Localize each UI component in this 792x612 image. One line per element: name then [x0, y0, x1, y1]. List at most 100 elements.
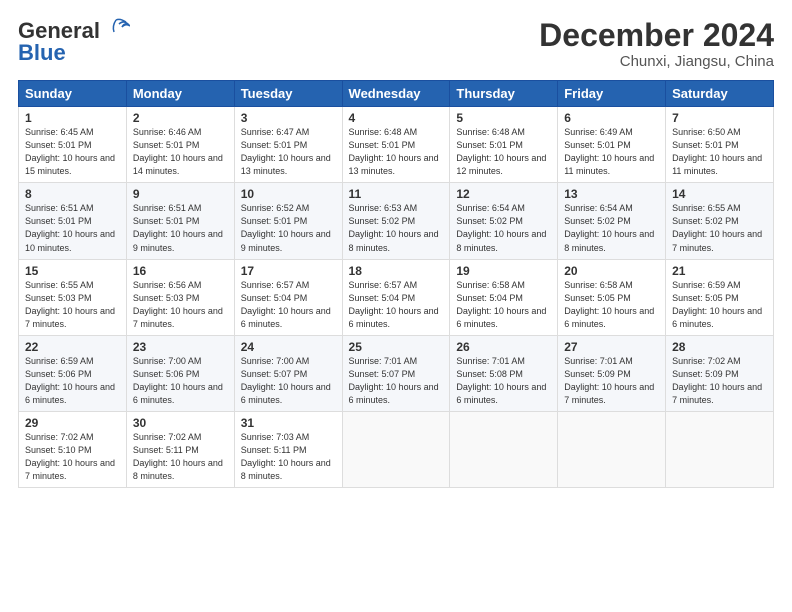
title-block: December 2024 Chunxi, Jiangsu, China: [539, 18, 774, 70]
calendar-day-cell: 16 Sunrise: 6:56 AM Sunset: 5:03 PM Dayl…: [126, 259, 234, 335]
calendar-day-cell: 17 Sunrise: 6:57 AM Sunset: 5:04 PM Dayl…: [234, 259, 342, 335]
day-number: 3: [241, 111, 336, 125]
calendar-day-cell: 18 Sunrise: 6:57 AM Sunset: 5:04 PM Dayl…: [342, 259, 450, 335]
day-info: Sunrise: 6:56 AM Sunset: 5:03 PM Dayligh…: [133, 279, 228, 331]
day-info: Sunrise: 6:55 AM Sunset: 5:03 PM Dayligh…: [25, 279, 120, 331]
day-number: 20: [564, 264, 659, 278]
calendar-day-cell: [342, 411, 450, 487]
day-number: 11: [349, 187, 444, 201]
day-number: 28: [672, 340, 767, 354]
calendar-day-cell: 20 Sunrise: 6:58 AM Sunset: 5:05 PM Dayl…: [558, 259, 666, 335]
header: General Blue December 2024 Chunxi, Jiang…: [18, 18, 774, 70]
calendar-day-cell: 4 Sunrise: 6:48 AM Sunset: 5:01 PM Dayli…: [342, 107, 450, 183]
day-info: Sunrise: 7:01 AM Sunset: 5:08 PM Dayligh…: [456, 355, 551, 407]
calendar-day-cell: 25 Sunrise: 7:01 AM Sunset: 5:07 PM Dayl…: [342, 335, 450, 411]
day-number: 13: [564, 187, 659, 201]
calendar-day-cell: [666, 411, 774, 487]
calendar-day-cell: 28 Sunrise: 7:02 AM Sunset: 5:09 PM Dayl…: [666, 335, 774, 411]
col-tuesday: Tuesday: [234, 81, 342, 107]
calendar-week-row: 1 Sunrise: 6:45 AM Sunset: 5:01 PM Dayli…: [19, 107, 774, 183]
calendar-day-cell: 7 Sunrise: 6:50 AM Sunset: 5:01 PM Dayli…: [666, 107, 774, 183]
day-number: 26: [456, 340, 551, 354]
day-info: Sunrise: 6:54 AM Sunset: 5:02 PM Dayligh…: [564, 202, 659, 254]
logo-bird-icon: [102, 18, 130, 40]
calendar-week-row: 22 Sunrise: 6:59 AM Sunset: 5:06 PM Dayl…: [19, 335, 774, 411]
day-info: Sunrise: 7:01 AM Sunset: 5:09 PM Dayligh…: [564, 355, 659, 407]
calendar-day-cell: 24 Sunrise: 7:00 AM Sunset: 5:07 PM Dayl…: [234, 335, 342, 411]
day-info: Sunrise: 7:00 AM Sunset: 5:07 PM Dayligh…: [241, 355, 336, 407]
day-info: Sunrise: 6:46 AM Sunset: 5:01 PM Dayligh…: [133, 126, 228, 178]
day-number: 10: [241, 187, 336, 201]
col-wednesday: Wednesday: [342, 81, 450, 107]
day-number: 17: [241, 264, 336, 278]
day-info: Sunrise: 7:01 AM Sunset: 5:07 PM Dayligh…: [349, 355, 444, 407]
calendar-day-cell: 26 Sunrise: 7:01 AM Sunset: 5:08 PM Dayl…: [450, 335, 558, 411]
day-number: 23: [133, 340, 228, 354]
day-info: Sunrise: 6:45 AM Sunset: 5:01 PM Dayligh…: [25, 126, 120, 178]
col-monday: Monday: [126, 81, 234, 107]
logo: General Blue: [18, 18, 130, 66]
day-number: 12: [456, 187, 551, 201]
calendar-day-cell: 5 Sunrise: 6:48 AM Sunset: 5:01 PM Dayli…: [450, 107, 558, 183]
calendar-day-cell: [450, 411, 558, 487]
day-number: 29: [25, 416, 120, 430]
day-number: 27: [564, 340, 659, 354]
calendar-day-cell: 11 Sunrise: 6:53 AM Sunset: 5:02 PM Dayl…: [342, 183, 450, 259]
day-number: 30: [133, 416, 228, 430]
day-info: Sunrise: 6:58 AM Sunset: 5:04 PM Dayligh…: [456, 279, 551, 331]
calendar-day-cell: 29 Sunrise: 7:02 AM Sunset: 5:10 PM Dayl…: [19, 411, 127, 487]
calendar-day-cell: 15 Sunrise: 6:55 AM Sunset: 5:03 PM Dayl…: [19, 259, 127, 335]
col-sunday: Sunday: [19, 81, 127, 107]
day-info: Sunrise: 6:57 AM Sunset: 5:04 PM Dayligh…: [241, 279, 336, 331]
day-number: 19: [456, 264, 551, 278]
day-info: Sunrise: 7:02 AM Sunset: 5:09 PM Dayligh…: [672, 355, 767, 407]
day-info: Sunrise: 6:51 AM Sunset: 5:01 PM Dayligh…: [25, 202, 120, 254]
day-info: Sunrise: 7:02 AM Sunset: 5:11 PM Dayligh…: [133, 431, 228, 483]
calendar-day-cell: 23 Sunrise: 7:00 AM Sunset: 5:06 PM Dayl…: [126, 335, 234, 411]
day-number: 24: [241, 340, 336, 354]
day-number: 8: [25, 187, 120, 201]
day-info: Sunrise: 6:48 AM Sunset: 5:01 PM Dayligh…: [349, 126, 444, 178]
day-info: Sunrise: 6:52 AM Sunset: 5:01 PM Dayligh…: [241, 202, 336, 254]
calendar-day-cell: 22 Sunrise: 6:59 AM Sunset: 5:06 PM Dayl…: [19, 335, 127, 411]
day-info: Sunrise: 6:59 AM Sunset: 5:06 PM Dayligh…: [25, 355, 120, 407]
calendar-day-cell: 31 Sunrise: 7:03 AM Sunset: 5:11 PM Dayl…: [234, 411, 342, 487]
month-title: December 2024: [539, 18, 774, 53]
calendar-day-cell: 2 Sunrise: 6:46 AM Sunset: 5:01 PM Dayli…: [126, 107, 234, 183]
calendar-day-cell: 12 Sunrise: 6:54 AM Sunset: 5:02 PM Dayl…: [450, 183, 558, 259]
day-info: Sunrise: 6:55 AM Sunset: 5:02 PM Dayligh…: [672, 202, 767, 254]
col-thursday: Thursday: [450, 81, 558, 107]
calendar-header-row: Sunday Monday Tuesday Wednesday Thursday…: [19, 81, 774, 107]
day-info: Sunrise: 6:53 AM Sunset: 5:02 PM Dayligh…: [349, 202, 444, 254]
day-number: 18: [349, 264, 444, 278]
calendar-week-row: 29 Sunrise: 7:02 AM Sunset: 5:10 PM Dayl…: [19, 411, 774, 487]
day-number: 1: [25, 111, 120, 125]
calendar-day-cell: 27 Sunrise: 7:01 AM Sunset: 5:09 PM Dayl…: [558, 335, 666, 411]
day-number: 22: [25, 340, 120, 354]
calendar-day-cell: 19 Sunrise: 6:58 AM Sunset: 5:04 PM Dayl…: [450, 259, 558, 335]
day-info: Sunrise: 6:58 AM Sunset: 5:05 PM Dayligh…: [564, 279, 659, 331]
col-friday: Friday: [558, 81, 666, 107]
day-number: 4: [349, 111, 444, 125]
calendar-day-cell: 1 Sunrise: 6:45 AM Sunset: 5:01 PM Dayli…: [19, 107, 127, 183]
day-number: 21: [672, 264, 767, 278]
calendar-day-cell: 3 Sunrise: 6:47 AM Sunset: 5:01 PM Dayli…: [234, 107, 342, 183]
calendar-week-row: 8 Sunrise: 6:51 AM Sunset: 5:01 PM Dayli…: [19, 183, 774, 259]
day-info: Sunrise: 6:59 AM Sunset: 5:05 PM Dayligh…: [672, 279, 767, 331]
day-info: Sunrise: 6:50 AM Sunset: 5:01 PM Dayligh…: [672, 126, 767, 178]
calendar-day-cell: 6 Sunrise: 6:49 AM Sunset: 5:01 PM Dayli…: [558, 107, 666, 183]
day-number: 25: [349, 340, 444, 354]
day-number: 31: [241, 416, 336, 430]
logo-blue-text: Blue: [18, 40, 66, 66]
calendar-day-cell: 13 Sunrise: 6:54 AM Sunset: 5:02 PM Dayl…: [558, 183, 666, 259]
day-number: 15: [25, 264, 120, 278]
calendar-table: Sunday Monday Tuesday Wednesday Thursday…: [18, 80, 774, 488]
day-number: 2: [133, 111, 228, 125]
day-number: 14: [672, 187, 767, 201]
calendar-week-row: 15 Sunrise: 6:55 AM Sunset: 5:03 PM Dayl…: [19, 259, 774, 335]
day-number: 16: [133, 264, 228, 278]
day-number: 6: [564, 111, 659, 125]
day-info: Sunrise: 6:48 AM Sunset: 5:01 PM Dayligh…: [456, 126, 551, 178]
calendar-day-cell: 9 Sunrise: 6:51 AM Sunset: 5:01 PM Dayli…: [126, 183, 234, 259]
day-info: Sunrise: 6:49 AM Sunset: 5:01 PM Dayligh…: [564, 126, 659, 178]
